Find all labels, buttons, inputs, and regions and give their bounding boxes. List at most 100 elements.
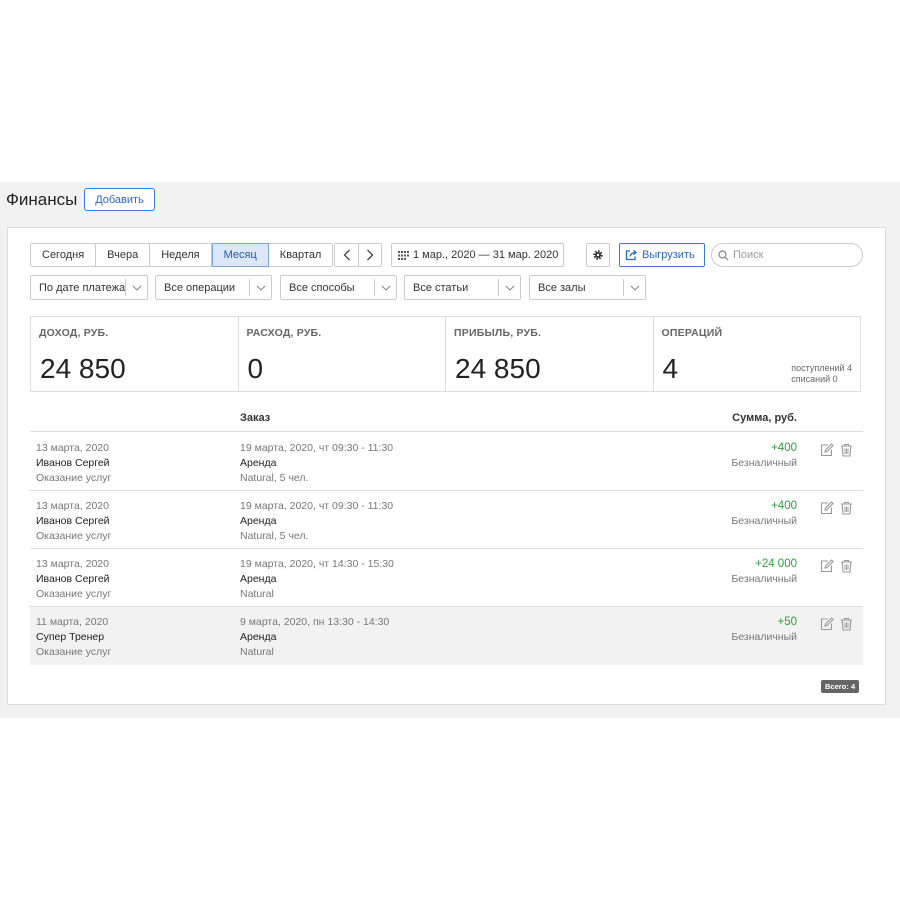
settings-button[interactable] xyxy=(586,243,610,267)
row-person: Иванов Сергей xyxy=(36,573,110,585)
row-category: Оказание услуг xyxy=(36,588,112,600)
stat-income-label: ДОХОД, РУБ. xyxy=(39,327,109,339)
chevron-right-icon xyxy=(367,249,374,261)
period-selector: Сегодня Вчера Неделя Месяц Квартал xyxy=(30,243,334,267)
stat-profit-label: ПРИБЫЛЬ, РУБ. xyxy=(454,327,542,339)
edit-icon[interactable] xyxy=(820,501,834,515)
stat-operations-breakdown: поступлений 4 списаний 0 xyxy=(791,363,852,385)
filter-methods-select[interactable]: Все способы xyxy=(280,275,397,300)
stat-operations-value: 4 xyxy=(662,353,679,384)
row-date: 11 марта, 2020 xyxy=(36,616,109,628)
page-title: Финансы xyxy=(6,190,78,209)
chevron-down-icon xyxy=(125,279,147,296)
row-category: Оказание услуг xyxy=(36,646,112,658)
row-order-time: 19 марта, 2020, чт 14:30 - 15:30 xyxy=(240,558,394,570)
stat-operations-label: ОПЕРАЦИЙ xyxy=(661,327,723,339)
summary-stats: ДОХОД, РУБ. 24 850 РАСХОД, РУБ. 0 ПРИБЫЛ… xyxy=(30,316,861,392)
row-amount: +24 000 xyxy=(755,558,797,570)
table-row[interactable]: 13 марта, 2020 Иванов Сергей Оказание ус… xyxy=(30,549,863,607)
row-category: Оказание услуг xyxy=(36,530,112,542)
total-count-badge: Всего: 4 xyxy=(821,680,860,693)
row-actions xyxy=(820,617,853,631)
row-actions xyxy=(820,501,853,515)
stat-profit: ПРИБЫЛЬ, РУБ. 24 850 xyxy=(446,317,654,391)
chevron-down-icon xyxy=(623,279,645,296)
row-date: 13 марта, 2020 xyxy=(36,558,109,570)
row-method: Безналичный xyxy=(731,631,797,643)
period-month-button[interactable]: Месяц xyxy=(211,243,269,267)
add-button[interactable]: Добавить xyxy=(84,188,155,211)
chevron-down-icon xyxy=(249,279,271,296)
stat-incoming-count: поступлений 4 xyxy=(791,363,852,373)
gear-icon xyxy=(593,250,603,260)
row-person: Иванов Сергей xyxy=(36,515,110,527)
finance-app: Финансы Добавить Сегодня Вчера Неделя Ме… xyxy=(0,182,900,718)
row-order-detail: Natural, 5 чел. xyxy=(240,472,309,484)
row-order-type: Аренда xyxy=(240,573,277,585)
filter-date-type-label: По дате платежа xyxy=(39,281,125,294)
search-input[interactable] xyxy=(733,249,853,261)
period-quarter-button[interactable]: Квартал xyxy=(268,244,333,266)
row-method: Безналичный xyxy=(731,573,797,585)
row-order-info: 19 марта, 2020, чт 14:30 - 15:30 Аренда … xyxy=(240,557,394,602)
search-box xyxy=(711,243,863,267)
row-order-type: Аренда xyxy=(240,515,277,527)
finance-panel: Сегодня Вчера Неделя Месяц Квартал 1 мар… xyxy=(7,227,886,705)
filter-operations-select[interactable]: Все операции xyxy=(155,275,272,300)
search-icon xyxy=(718,249,729,260)
row-category: Оказание услуг xyxy=(36,472,112,484)
row-method: Безналичный xyxy=(731,515,797,527)
table-row[interactable]: 13 марта, 2020 Иванов Сергей Оказание ус… xyxy=(30,433,863,491)
period-nav xyxy=(334,243,382,267)
row-order-info: 9 марта, 2020, пн 13:30 - 14:30 Аренда N… xyxy=(240,615,389,660)
stat-income: ДОХОД, РУБ. 24 850 xyxy=(31,317,239,391)
row-payment-info: 13 марта, 2020 Иванов Сергей Оказание ус… xyxy=(36,441,111,486)
stat-profit-value: 24 850 xyxy=(455,353,541,384)
filter-methods-label: Все способы xyxy=(289,281,355,294)
filter-halls-select[interactable]: Все залы xyxy=(529,275,646,300)
filter-halls-label: Все залы xyxy=(538,281,586,294)
export-button[interactable]: Выгрузить xyxy=(619,243,705,267)
next-period-button[interactable] xyxy=(358,244,381,266)
column-header-sum: Сумма, руб. xyxy=(732,412,797,424)
row-order-time: 19 марта, 2020, чт 09:30 - 11:30 xyxy=(240,442,394,454)
row-sum-info: +24 000 Безналичный xyxy=(731,557,797,587)
export-icon xyxy=(625,249,637,261)
chevron-down-icon xyxy=(374,279,396,296)
row-person: Иванов Сергей xyxy=(36,457,110,469)
export-label: Выгрузить xyxy=(642,249,695,261)
row-sum-info: +400 Безналичный xyxy=(731,441,797,471)
period-yesterday-button[interactable]: Вчера xyxy=(96,244,151,266)
edit-icon[interactable] xyxy=(820,559,834,573)
filter-date-type-select[interactable]: По дате платежа xyxy=(30,275,148,300)
trash-icon[interactable] xyxy=(840,617,853,631)
filter-articles-select[interactable]: Все статьи xyxy=(404,275,521,300)
row-order-type: Аренда xyxy=(240,631,277,643)
trash-icon[interactable] xyxy=(840,501,853,515)
calendar-grid-icon xyxy=(398,250,409,260)
chevron-left-icon xyxy=(343,249,350,261)
period-today-button[interactable]: Сегодня xyxy=(31,244,97,266)
row-order-info: 19 марта, 2020, чт 09:30 - 11:30 Аренда … xyxy=(240,441,393,486)
stat-income-value: 24 850 xyxy=(40,353,126,384)
row-amount: +400 xyxy=(771,442,797,454)
row-order-detail: Natural xyxy=(240,588,274,600)
stat-outgoing-count: списаний 0 xyxy=(791,374,838,384)
row-sum-info: +50 Безналичный xyxy=(731,615,797,645)
prev-period-button[interactable] xyxy=(335,244,358,266)
edit-icon[interactable] xyxy=(820,617,834,631)
row-order-detail: Natural xyxy=(240,646,274,658)
edit-icon[interactable] xyxy=(820,443,834,457)
row-date: 13 марта, 2020 xyxy=(36,442,109,454)
period-week-button[interactable]: Неделя xyxy=(150,244,212,266)
table-row[interactable]: 13 марта, 2020 Иванов Сергей Оказание ус… xyxy=(30,491,863,549)
row-amount: +400 xyxy=(771,500,797,512)
date-range-picker[interactable]: 1 мар., 2020 — 31 мар. 2020 xyxy=(391,243,564,267)
row-order-detail: Natural, 5 чел. xyxy=(240,530,309,542)
table-header: Заказ Сумма, руб. xyxy=(30,404,863,432)
trash-icon[interactable] xyxy=(840,559,853,573)
table-row[interactable]: 11 марта, 2020 Супер Тренер Оказание усл… xyxy=(30,607,863,665)
row-date: 13 марта, 2020 xyxy=(36,500,109,512)
trash-icon[interactable] xyxy=(840,443,853,457)
row-actions xyxy=(820,559,853,573)
